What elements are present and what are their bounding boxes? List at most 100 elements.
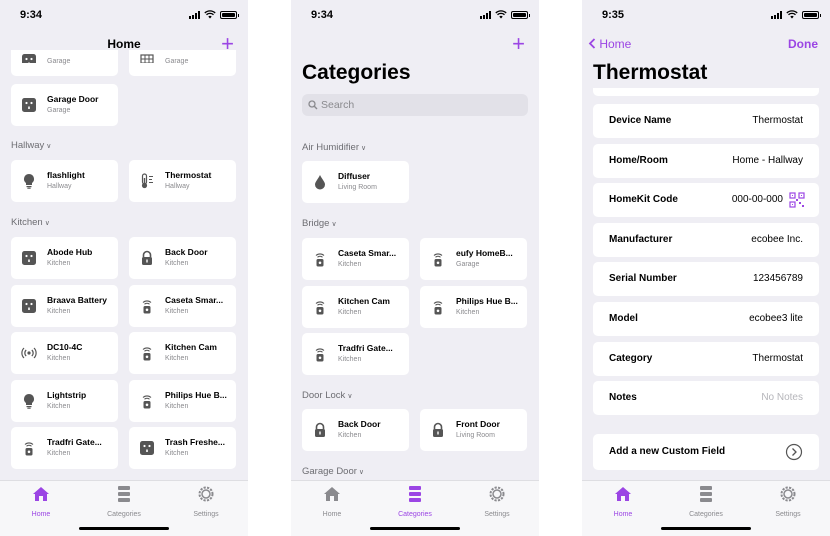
device-name: Caseta Smar...: [338, 248, 397, 258]
add-button[interactable]: +: [512, 33, 525, 55]
tab-categories-label: Categories: [689, 511, 723, 518]
device-card[interactable]: eufy HomeB... Garage: [420, 238, 527, 280]
field-label: Model: [609, 313, 638, 324]
device-card[interactable]: Trash Freshe... Kitchen: [129, 427, 236, 469]
device-card[interactable]: Garage: [129, 50, 236, 76]
field-value: 000-00-000: [731, 194, 783, 206]
server-stack-icon: [409, 486, 421, 502]
done-button[interactable]: Done: [788, 37, 818, 51]
device-card[interactable]: Kitchen Cam Kitchen: [129, 332, 236, 374]
wifi-icon: [204, 10, 216, 19]
device-card[interactable]: Tradfri Gate... Kitchen: [11, 427, 118, 469]
outlet-icon: [21, 250, 37, 266]
nav-bar: +: [291, 30, 539, 58]
field-label: Home/Room: [609, 154, 668, 166]
wifi-icon: [495, 10, 507, 19]
field-row[interactable]: HomeKit Code 000-00-000: [593, 183, 819, 218]
device-room: Garage: [47, 58, 71, 65]
device-room: Kitchen: [456, 308, 480, 316]
device-card[interactable]: Back Door Kitchen: [129, 237, 236, 279]
bridge-icon: [139, 393, 155, 409]
status-icons: [771, 10, 821, 19]
device-card[interactable]: Thermostat Hallway: [129, 160, 236, 202]
device-card[interactable]: Garage: [11, 50, 118, 76]
device-name: Philips Hue B...: [456, 295, 518, 306]
device-room: Kitchen: [338, 432, 362, 439]
device-card[interactable]: Front Door Living Room: [420, 409, 527, 451]
device-room: Garage: [47, 107, 71, 114]
device-name: Philips Hue B...: [165, 389, 227, 400]
back-button[interactable]: Home: [588, 37, 631, 51]
bridge-icon: [312, 346, 328, 362]
device-card[interactable]: Tradfri Gate... Kitchen: [302, 333, 409, 375]
field-row[interactable]: Home/Room Home - Hallway: [593, 143, 819, 178]
qr-code-icon[interactable]: [789, 192, 805, 208]
device-card[interactable]: Caseta Smar... Kitchen: [129, 284, 236, 327]
tab-categories[interactable]: Categories: [385, 485, 445, 518]
section-header[interactable]: Air Humidifier ∨: [302, 142, 366, 153]
device-card[interactable]: Philips Hue B... Kitchen: [129, 379, 236, 422]
device-name: Front Door: [456, 419, 500, 429]
bridge-icon: [312, 251, 328, 267]
tab-categories[interactable]: Categories: [676, 485, 736, 518]
field-label: Serial Number: [609, 273, 677, 285]
device-card[interactable]: flashlight Hallway: [11, 160, 118, 202]
device-name: flashlight: [47, 170, 85, 180]
field-row[interactable]: Device Name Thermostat: [593, 104, 819, 138]
device-card[interactable]: Back Door Kitchen: [302, 409, 409, 451]
lock-icon: [312, 422, 328, 438]
device-card[interactable]: Kitchen Cam Kitchen: [302, 285, 409, 328]
tab-home[interactable]: Home: [11, 485, 71, 518]
device-name: Abode Hub: [47, 247, 93, 257]
section-title: Air Humidifier: [302, 142, 360, 153]
server-stack-icon: [700, 486, 712, 502]
device-name: Back Door: [338, 419, 381, 429]
field-row[interactable]: Serial Number 123456789: [593, 262, 819, 297]
section-title: Hallway: [11, 140, 45, 151]
device-card[interactable]: Abode Hub Kitchen: [11, 237, 118, 279]
back-label: Home: [599, 37, 632, 51]
device-card[interactable]: Philips Hue B... Kitchen: [420, 285, 527, 328]
device-card[interactable]: Garage Door Garage: [11, 84, 118, 126]
device-card[interactable]: Diffuser Living Room: [302, 161, 409, 203]
house-icon: [324, 487, 340, 501]
field-value: Thermostat: [752, 115, 803, 126]
signal-icon: [771, 10, 782, 19]
device-room: Kitchen: [47, 450, 71, 457]
tab-categories[interactable]: Categories: [94, 485, 154, 518]
search-input[interactable]: Search: [302, 94, 528, 116]
tab-home[interactable]: Home: [302, 485, 362, 518]
device-room: Kitchen: [338, 308, 362, 316]
section-header[interactable]: Door Lock ∨: [302, 390, 352, 401]
device-card[interactable]: DC10-4C Kitchen: [11, 332, 118, 374]
tab-home[interactable]: Home: [593, 485, 653, 518]
field-label: Manufacturer: [609, 233, 673, 245]
field-row[interactable]: Notes No Notes: [593, 381, 819, 416]
tab-settings[interactable]: Settings: [758, 485, 818, 518]
field-row[interactable]: Category Thermostat: [593, 341, 819, 376]
section-header[interactable]: Bridge ∨: [302, 218, 337, 229]
status-time: 9:35: [602, 9, 625, 21]
device-name: Garage Door: [47, 94, 99, 104]
field-label: Notes: [609, 392, 637, 404]
device-room: Kitchen: [338, 261, 362, 268]
section-header[interactable]: Hallway ∨: [11, 140, 51, 151]
tab-home-label: Home: [322, 511, 342, 518]
add-custom-field-button[interactable]: Add a new Custom Field: [593, 434, 819, 470]
device-room: Kitchen: [165, 307, 189, 315]
device-card[interactable]: Lightstrip Kitchen: [11, 379, 118, 422]
device-card[interactable]: Braava Battery Kitchen: [11, 284, 118, 327]
tab-settings[interactable]: Settings: [176, 485, 236, 518]
lightbulb-icon: [21, 393, 37, 409]
field-row[interactable]: Manufacturer ecobee Inc.: [593, 222, 819, 257]
section-header[interactable]: Kitchen ∨: [11, 217, 50, 228]
home-indicator: [79, 527, 169, 530]
device-card[interactable]: Caseta Smar... Kitchen: [302, 238, 409, 280]
field-row[interactable]: Model ecobee3 lite: [593, 302, 819, 336]
tab-settings[interactable]: Settings: [467, 485, 527, 518]
gear-icon: [780, 486, 796, 502]
device-name: Caseta Smar...: [165, 294, 224, 305]
home-indicator: [661, 527, 751, 530]
section-header[interactable]: Garage Door ∨: [302, 466, 364, 477]
device-room: Kitchen: [338, 356, 362, 363]
